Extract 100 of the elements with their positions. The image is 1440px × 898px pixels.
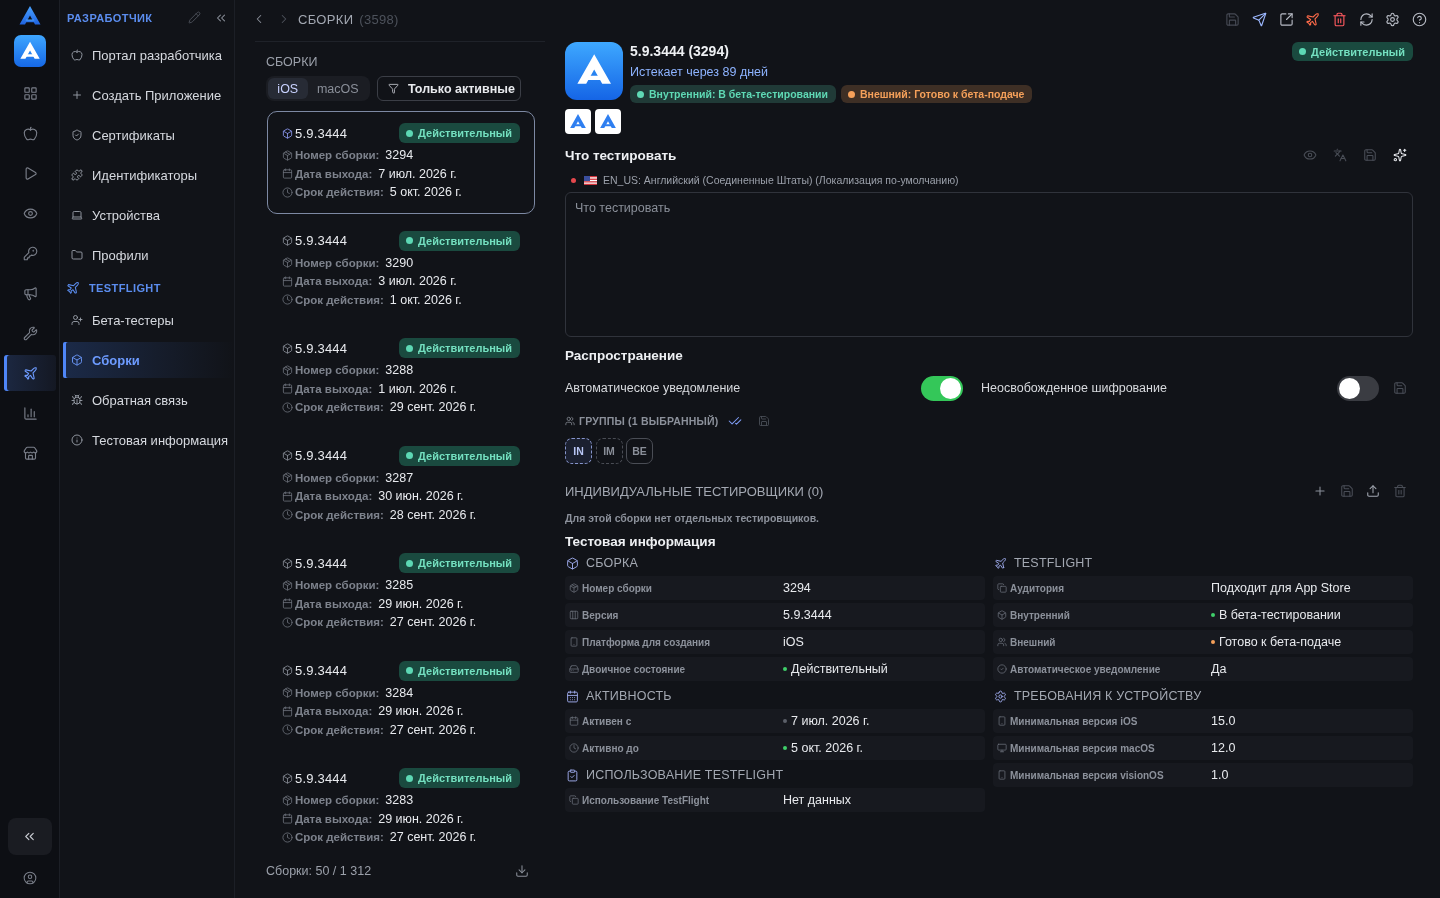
trash-icon[interactable] — [1393, 484, 1407, 498]
field-value: 5 окт. 2026 г. — [791, 741, 864, 755]
sidebar-item[interactable]: Профили — [63, 237, 234, 273]
field-label: Срок действия: — [295, 831, 384, 844]
download-icon[interactable] — [515, 864, 529, 878]
platform-tab[interactable]: macOS — [307, 78, 368, 99]
expiry-text: Истекает через 89 дней — [630, 64, 769, 80]
sidebar-item[interactable]: Тестовая информация — [63, 422, 234, 458]
phone-icon — [569, 637, 579, 647]
field-value: 3294 — [385, 148, 414, 163]
toggle-switch[interactable] — [1337, 375, 1379, 401]
sidebar-item[interactable]: Идентификаторы — [63, 157, 234, 193]
eye-icon[interactable] — [1303, 148, 1317, 162]
save-icon[interactable] — [1363, 148, 1377, 162]
cube-icon — [282, 557, 293, 569]
cube-icon — [282, 235, 293, 246]
clipboard-check-icon — [566, 768, 579, 782]
package-icon — [282, 794, 293, 806]
field-value: 5.9.3444 — [783, 608, 832, 622]
status-dot-icon — [406, 667, 414, 674]
pencil-icon[interactable] — [188, 11, 201, 24]
help-icon[interactable] — [1412, 11, 1427, 27]
status-label: Действительный — [418, 772, 512, 784]
settings-icon[interactable] — [1385, 11, 1401, 27]
cube-icon — [282, 127, 293, 139]
eye-icon — [22, 205, 38, 221]
monitor-icon — [997, 743, 1007, 753]
field-value: 3283 — [385, 793, 414, 808]
field-label: Активен с — [582, 715, 632, 727]
build-list-item[interactable]: 5.9.3444 Действительный Номер сборки: 3288 Дата выхода: 1 июл. 2026 г. Срок действия: 29 сент. 2026 г. — [267, 326, 535, 429]
status-dot-icon — [406, 774, 414, 782]
status-label: Действительный — [418, 664, 512, 677]
sidebar-item[interactable]: Создать Приложение — [63, 77, 234, 113]
send-icon[interactable] — [1251, 11, 1267, 27]
filter-button[interactable]: Только активные — [377, 76, 521, 101]
field-label: Номер сборки: — [295, 364, 380, 377]
double-check-icon[interactable] — [728, 414, 743, 428]
toggle-label: Автоматическое уведомление — [565, 381, 741, 395]
group-chip[interactable]: BE — [626, 438, 653, 464]
section-heading: Тестовая информация — [565, 533, 716, 549]
trash-icon[interactable] — [1331, 11, 1347, 27]
group-chip[interactable]: IM — [595, 438, 623, 464]
cube-icon — [282, 450, 293, 461]
sidebar-item[interactable]: Обратная связь — [63, 382, 234, 418]
sparkle-icon[interactable] — [1393, 148, 1407, 162]
group-chip[interactable]: IN — [565, 438, 592, 464]
field-value: 27 сент. 2026 г. — [389, 830, 477, 845]
sidebar-item[interactable]: Портал разработчика — [63, 37, 234, 73]
status-dot-icon — [406, 559, 414, 567]
sidebar-item[interactable]: Бета-тестеры — [63, 302, 234, 338]
status-label: Действительный — [418, 342, 512, 354]
calendar-icon — [282, 813, 293, 825]
status-dot-icon — [406, 344, 414, 352]
key-icon — [22, 245, 38, 261]
grid-icon — [22, 85, 38, 101]
breadcrumb-title: СБОРКИ — [298, 11, 354, 27]
field-label: Активно до — [582, 742, 639, 754]
section-heading: ИНДИВИДУАЛЬНЫЕ ТЕСТИРОВЩИКИ (0) — [565, 483, 824, 499]
field-value: 1 июл. 2026 г. — [378, 381, 457, 396]
toggle-switch[interactable] — [921, 375, 963, 401]
plane-icon[interactable] — [1305, 11, 1321, 27]
field-label: Автоматическое уведомление — [1010, 663, 1161, 675]
sidebar-item[interactable]: Сертификаты — [63, 117, 234, 153]
translate-icon[interactable] — [1333, 148, 1347, 162]
copy-icon — [569, 795, 579, 805]
flag-icon — [584, 175, 597, 185]
sidebar-item[interactable]: Устройства — [63, 197, 234, 233]
laptop-icon — [71, 209, 83, 221]
logo-icon — [16, 4, 43, 26]
build-list-item[interactable]: 5.9.3444 Действительный Номер сборки: 3290 Дата выхода: 3 июл. 2026 г. Срок действия: 1 окт. 2026 г. — [267, 218, 535, 321]
upload-icon[interactable] — [1366, 484, 1381, 498]
platform-tab[interactable]: iOS — [268, 78, 308, 99]
field-value: 3290 — [385, 255, 414, 270]
save-icon[interactable] — [758, 415, 771, 427]
field-value: 3284 — [385, 685, 414, 700]
build-list-item[interactable]: 5.9.3444 Действительный Номер сборки: 3285 Дата выхода: 29 июн. 2026 г. Срок действия: 27 сент. 2026 г. — [267, 541, 535, 644]
field-value: Готово к бета-подаче — [1219, 635, 1342, 649]
refresh-icon[interactable] — [1358, 11, 1374, 27]
text-area-field[interactable]: Что тестировать — [565, 192, 1413, 337]
external-link-icon[interactable] — [1278, 11, 1294, 27]
save-icon[interactable] — [1339, 484, 1354, 498]
status-label: Действительный — [1311, 45, 1405, 58]
empty-note: Для этой сборки нет отдельных тестировщиков. — [565, 512, 820, 524]
build-version: 5.9.3444 — [295, 555, 348, 571]
apple-icon — [22, 125, 38, 141]
user-icon[interactable] — [22, 871, 37, 885]
field-label: Минимальная версия iOS — [1010, 715, 1138, 727]
save-icon[interactable] — [1393, 381, 1407, 395]
clock-icon — [569, 743, 579, 753]
rail-button[interactable] — [4, 355, 56, 391]
build-list-item[interactable]: 5.9.3444 Действительный Номер сборки: 3284 Дата выхода: 29 июн. 2026 г. Срок действия: 27 сент. 2026 г. — [267, 648, 535, 751]
app-icon[interactable] — [13, 35, 46, 67]
plus-icon[interactable] — [1312, 484, 1327, 498]
build-list-item[interactable]: 5.9.3444 Действительный Номер сборки: 3283 Дата выхода: 29 июн. 2026 г. Срок действия: 27 сент. 2026 г. — [267, 756, 535, 859]
build-list-item[interactable]: 5.9.3444 Действительный Номер сборки: 3294 Дата выхода: 7 июл. 2026 г. Срок действия: 5 окт. 2026 г. — [267, 111, 535, 214]
chart-icon — [22, 405, 38, 421]
clock-icon — [282, 186, 293, 198]
build-list-item[interactable]: 5.9.3444 Действительный Номер сборки: 3287 Дата выхода: 30 июн. 2026 г. Срок действия: 28 сент. 2026 г. — [267, 433, 535, 536]
build-title: 5.9.3444 (3294) — [630, 42, 730, 60]
field-label: Платформа для создания — [582, 636, 711, 648]
